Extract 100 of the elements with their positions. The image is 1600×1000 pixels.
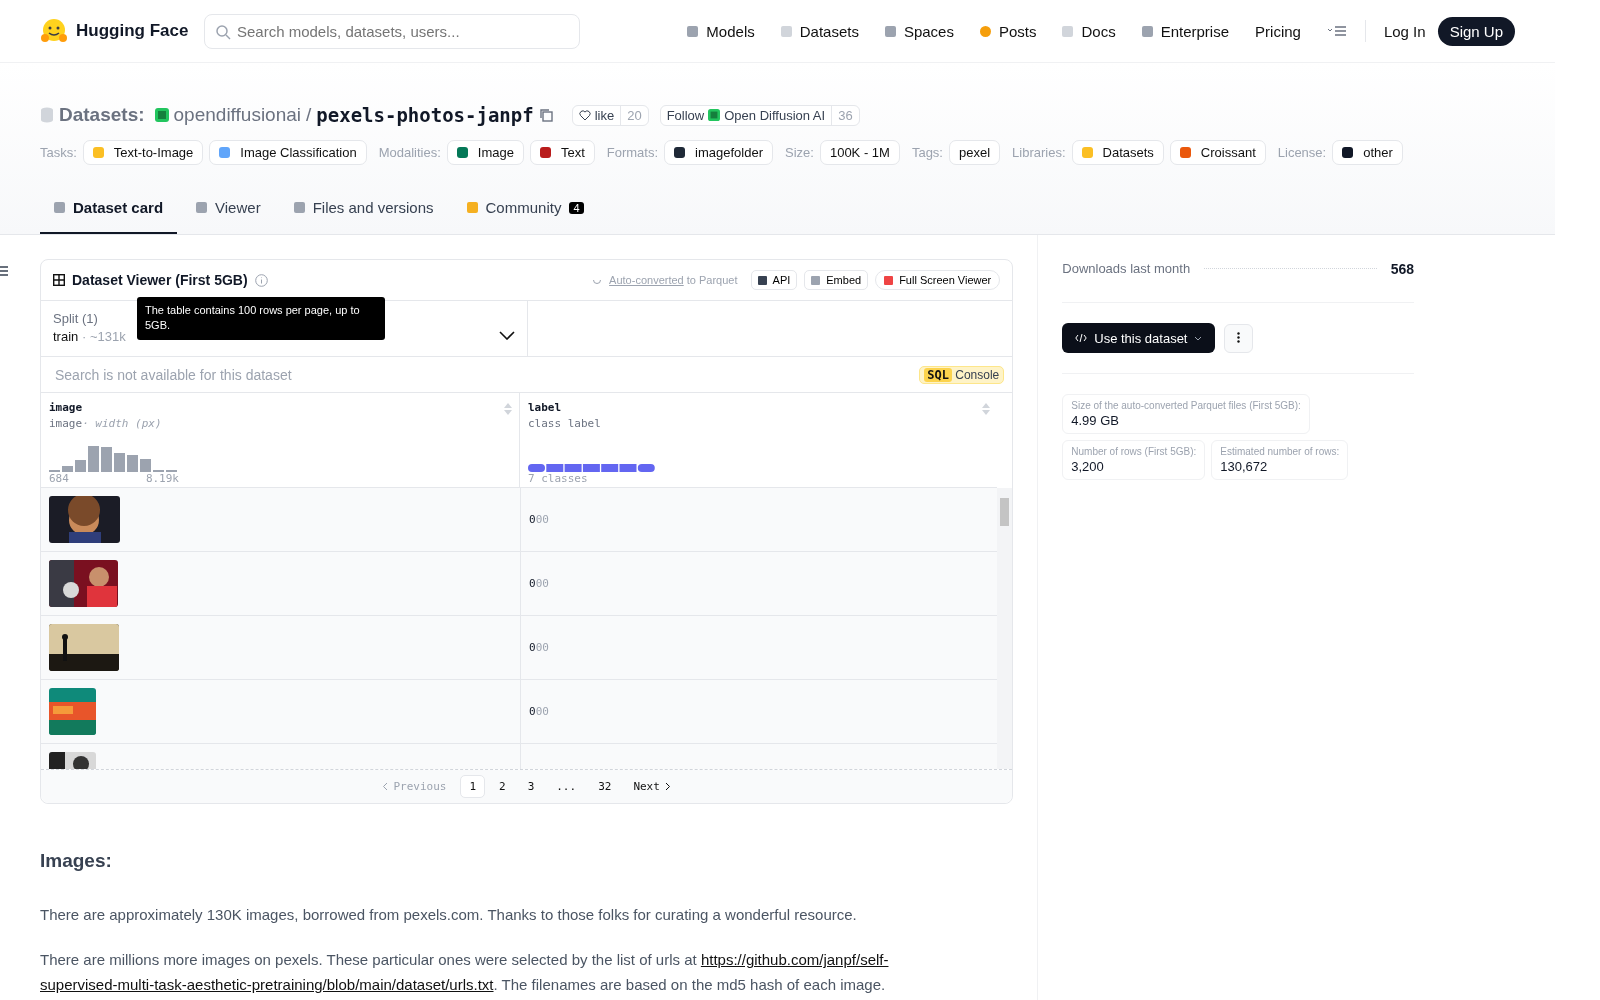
next-page-link[interactable]: Next — [625, 776, 679, 797]
paragraph: There are approximately 130K images, borrowed from pexels.com. Thanks to those folks for curating a wonderful resource. — [40, 905, 858, 925]
table-icon — [53, 274, 65, 286]
column-header[interactable]: image image· width (px) 684 8.19k — [41, 393, 520, 487]
nav-link[interactable]: Spaces — [884, 22, 954, 40]
page-link[interactable]: 3 — [519, 776, 543, 797]
label-name: 00 — [535, 641, 549, 654]
column-header[interactable]: label class label 7 classes — [520, 393, 998, 487]
tooltip: The table contains 100 rows per page, up to 5GB. — [137, 297, 385, 340]
tag-chip[interactable]: other — [1332, 140, 1403, 165]
signup-button[interactable]: Sign Up — [1437, 16, 1515, 46]
tag-group-label: Libraries: — [1012, 145, 1066, 160]
nav-icon — [884, 25, 896, 37]
sql-console-button[interactable]: SQL Console — [919, 365, 1005, 384]
tag-icon — [92, 147, 104, 158]
nav-link[interactable]: Posts — [979, 22, 1037, 40]
tag-icon — [674, 147, 686, 158]
sort-icon[interactable] — [981, 402, 992, 416]
dataset-name: pexels-photos-janpf — [316, 104, 534, 126]
tab[interactable]: Community 4 — [452, 185, 598, 234]
nav-link[interactable]: Pricing — [1255, 22, 1301, 40]
sort-icon[interactable] — [503, 402, 513, 416]
page-link[interactable]: ... — [548, 776, 585, 797]
stat-label: Estimated number of rows: — [1220, 446, 1340, 457]
tag-group-label: Modalities: — [378, 145, 441, 160]
menu-icon[interactable] — [0, 266, 8, 276]
label-value: 0 — [529, 513, 536, 526]
paragraph: There are millions more images on pexels. These particular ones were selected by the list of urls at https://github.com/janpf/self- supervised-multi-task-aesthetic-pretraining/blob/main/dataset/urls.txt. The filenames are based on the md5 hash of each image. — [40, 950, 890, 995]
search-icon — [215, 23, 231, 40]
class-count: 7 classes — [528, 472, 588, 485]
nav-link[interactable]: Datasets — [780, 22, 859, 40]
label-name: 00 — [535, 705, 549, 718]
viewer-button[interactable]: API — [750, 270, 798, 290]
page-link[interactable]: 2 — [491, 776, 514, 797]
tab-icon — [293, 202, 305, 213]
viewer-button[interactable]: Full Screen Viewer — [875, 270, 1001, 290]
datasets-link[interactable]: Datasets: — [59, 104, 145, 126]
column-type: image· width (px) — [49, 417, 163, 430]
column-type: class label — [528, 417, 602, 430]
link[interactable]: https://github.com/janpf/self- — [700, 951, 889, 968]
column-name: label — [528, 401, 562, 414]
tag-chip[interactable]: imagefolder — [664, 140, 773, 165]
viewer-button[interactable]: Embed — [804, 270, 869, 290]
search-field[interactable]: Search models, datasets, users... — [204, 13, 580, 49]
count-badge: 4 — [569, 201, 584, 214]
copy-icon[interactable] — [538, 108, 553, 122]
tag-icon — [1179, 147, 1191, 158]
brand-name: Hugging Face — [76, 21, 189, 41]
page-link[interactable]: 32 — [590, 776, 620, 797]
button-icon — [811, 275, 821, 285]
chevron-left-icon — [382, 782, 389, 791]
tab-icon — [466, 202, 478, 213]
menu-icon[interactable] — [1326, 24, 1347, 38]
like-button[interactable]: like 20 — [571, 104, 649, 126]
downloads-label: Downloads last month — [1062, 261, 1191, 276]
heart-icon — [578, 109, 591, 121]
owner-link[interactable]: opendiffusionai — [173, 104, 302, 126]
follow-button[interactable]: Follow Open Diffusion AI 36 — [659, 104, 860, 126]
more-options-button[interactable] — [1224, 323, 1254, 353]
link[interactable]: supervised-multi-task-aesthetic-pretraining/blob/main/dataset/urls.txt — [40, 976, 494, 993]
tab[interactable]: Dataset card — [40, 185, 178, 234]
smiley-logo-icon — [40, 17, 68, 45]
button-icon — [757, 275, 767, 285]
login-link[interactable]: Log In — [1383, 22, 1426, 40]
tag-group-label: Formats: — [606, 145, 659, 160]
nav-link[interactable]: Enterprise — [1141, 22, 1230, 40]
caret-icon — [1194, 335, 1203, 341]
path-separator: / — [306, 104, 312, 126]
tag-chip[interactable]: Text — [529, 140, 595, 165]
org-avatar-icon — [154, 108, 169, 122]
nav-icon — [979, 25, 991, 37]
nav-link[interactable]: Models — [687, 22, 755, 40]
tab[interactable]: Viewer — [182, 185, 275, 234]
nav-icon — [687, 25, 699, 37]
tag-chip[interactable]: Image — [446, 140, 524, 165]
column-name: image — [49, 401, 83, 414]
label-value: 0 — [529, 577, 536, 590]
use-dataset-button[interactable]: Use this dataset — [1062, 323, 1216, 353]
tag-icon — [539, 147, 551, 158]
tag-icon — [219, 147, 231, 158]
nav-link[interactable]: Docs — [1062, 22, 1116, 40]
nav-icon — [1141, 25, 1153, 37]
tag-chip[interactable]: Croissant — [1169, 140, 1266, 165]
info-icon[interactable] — [254, 273, 268, 287]
chevron-right-icon — [664, 782, 671, 791]
page-link[interactable]: 1 — [460, 775, 485, 798]
tag-chip[interactable]: pexel — [949, 140, 1001, 165]
tag-chip[interactable]: Datasets — [1071, 140, 1164, 165]
site-logo[interactable]: Hugging Face — [40, 17, 204, 45]
scrollbar-thumb[interactable] — [1000, 498, 1010, 526]
viewer-title: Dataset Viewer (First 5GB) — [72, 272, 248, 288]
tag-chip[interactable]: Text-to-Image — [82, 140, 204, 165]
more-icon — [1237, 331, 1241, 343]
database-icon — [40, 107, 54, 123]
label-value: 0 — [529, 705, 536, 718]
tag-icon — [1342, 147, 1354, 158]
tag-chip[interactable]: 100K - 1M — [819, 140, 900, 165]
tab[interactable]: Files and versions — [279, 185, 448, 234]
tag-chip[interactable]: Image Classification — [209, 140, 367, 165]
parquet-note: Auto-converted to Parquet — [609, 274, 738, 286]
